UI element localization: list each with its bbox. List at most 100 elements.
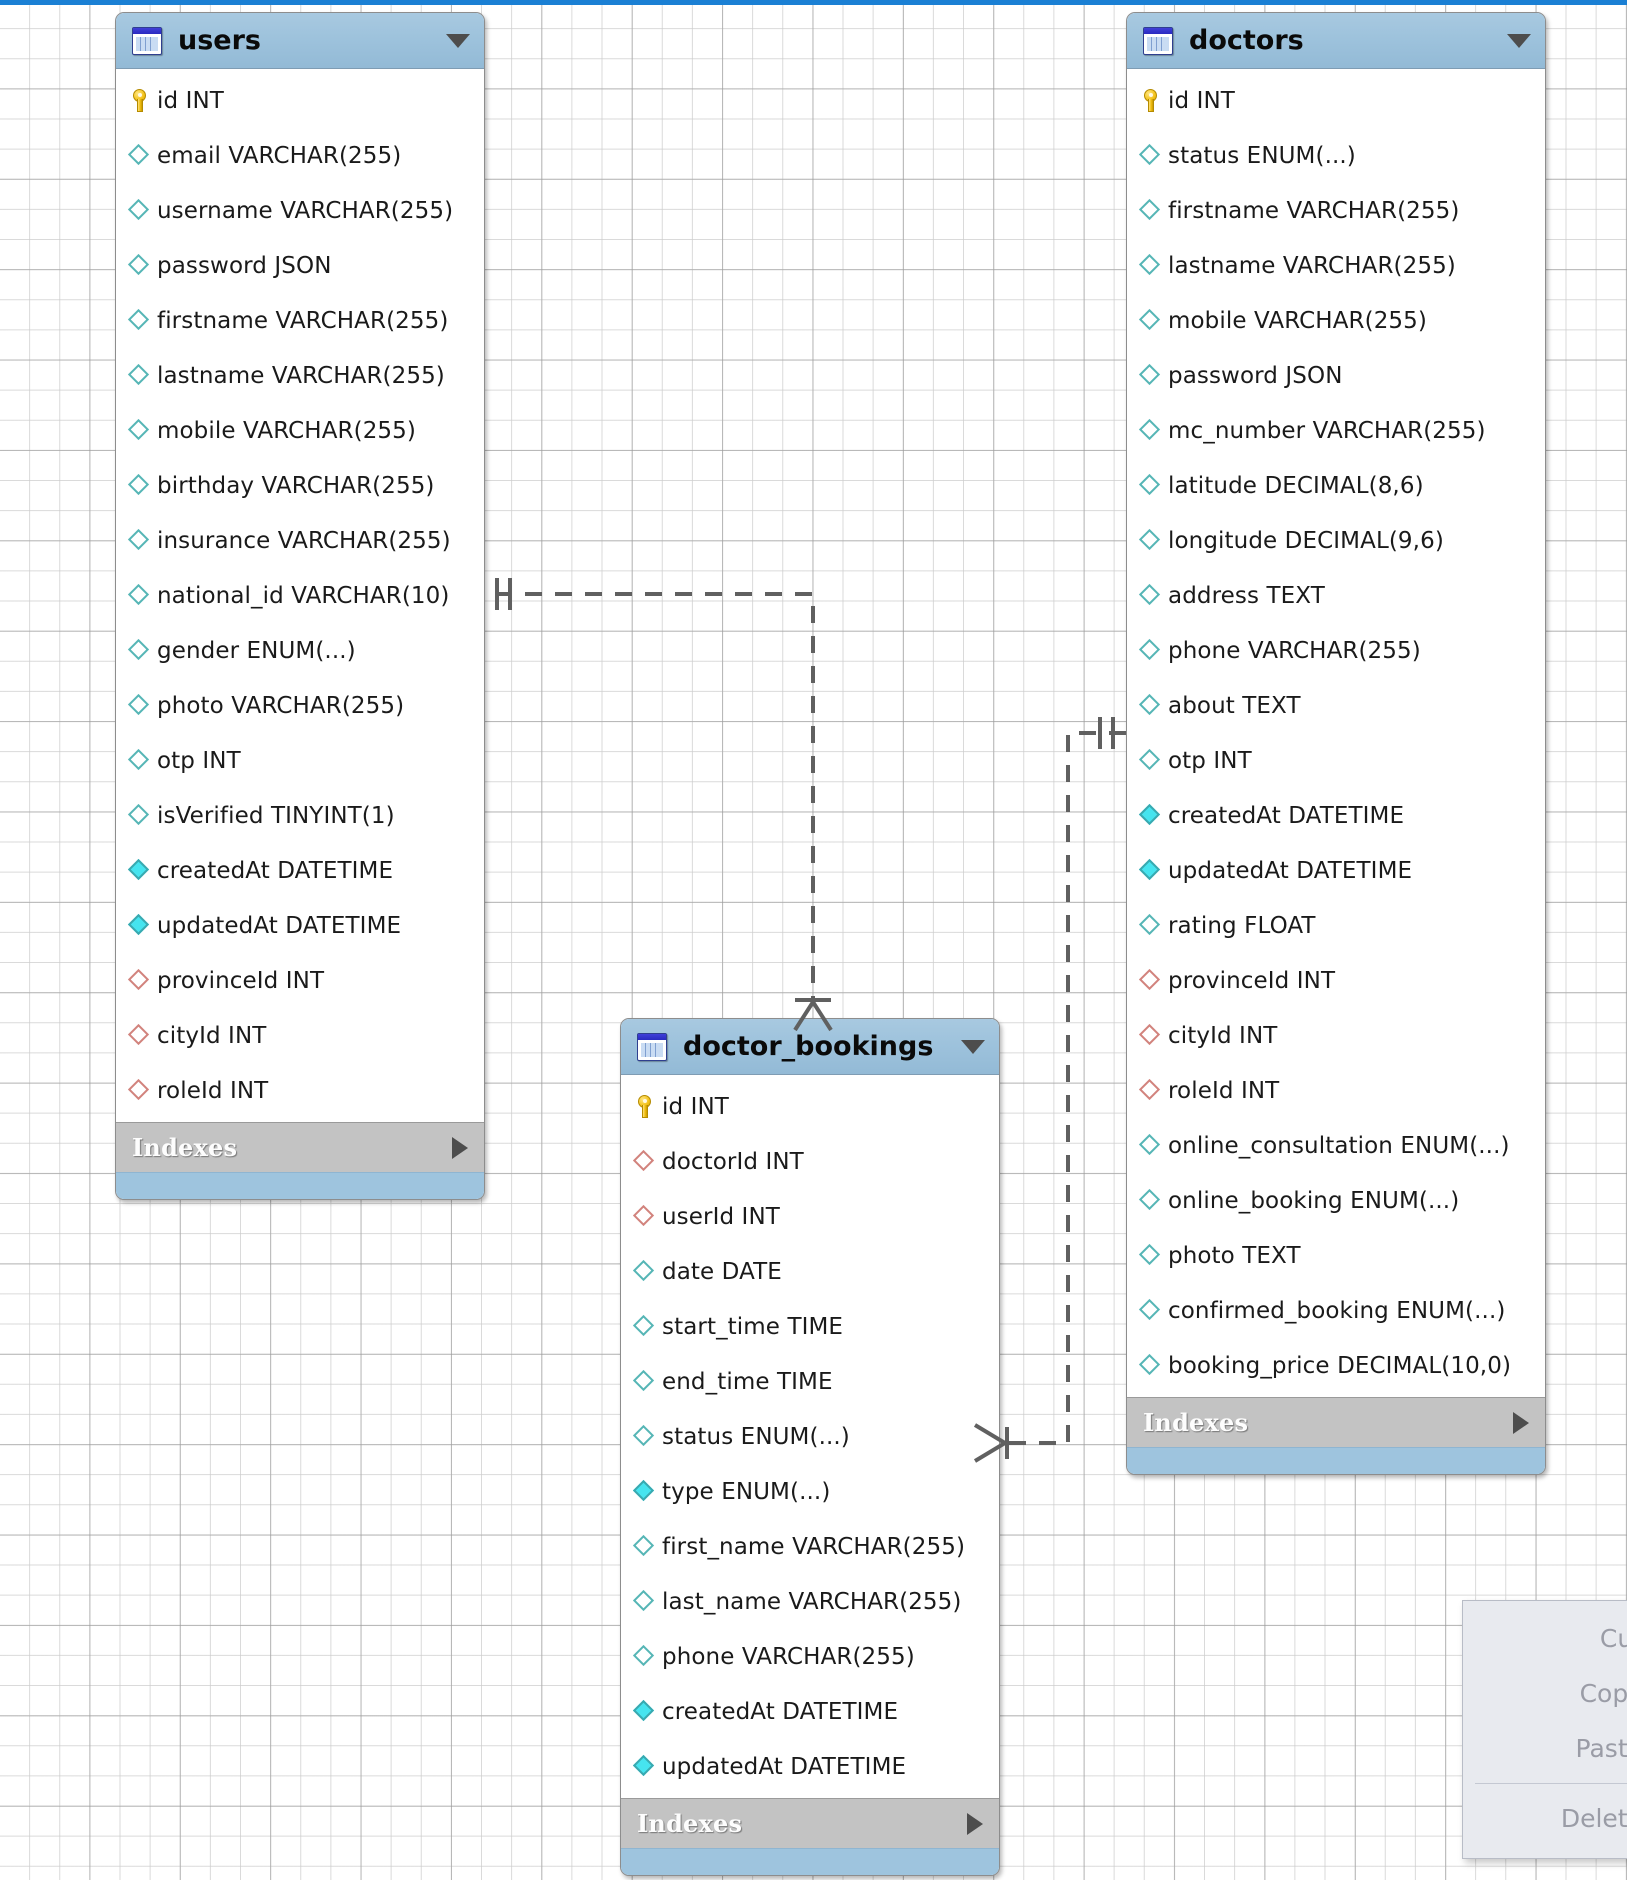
column-row[interactable]: email VARCHAR(255) — [116, 128, 484, 183]
column-row[interactable]: latitude DECIMAL(8,6) — [1127, 458, 1545, 513]
column-row[interactable]: birthday VARCHAR(255) — [116, 458, 484, 513]
column-row[interactable]: phone VARCHAR(255) — [621, 1629, 999, 1684]
primary-key-icon — [1140, 88, 1162, 114]
column-row[interactable]: about TEXT — [1127, 678, 1545, 733]
expand-right-icon[interactable] — [452, 1136, 468, 1159]
foreign-key-icon — [127, 1078, 151, 1102]
table-indexes-doctors[interactable]: Indexes — [1127, 1397, 1545, 1447]
table-title: users — [178, 25, 261, 56]
column-row[interactable]: type ENUM(...) — [621, 1464, 999, 1519]
column-row[interactable]: password JSON — [1127, 348, 1545, 403]
column-label: updatedAt DATETIME — [662, 1753, 907, 1780]
column-row[interactable]: otp INT — [1127, 733, 1545, 788]
column-row[interactable]: start_time TIME — [621, 1299, 999, 1354]
column-row[interactable]: password JSON — [116, 238, 484, 293]
column-row[interactable]: mc_number VARCHAR(255) — [1127, 403, 1545, 458]
table-header-users[interactable]: users — [116, 13, 484, 69]
context-menu-item-copy[interactable]: Copy — [1463, 1666, 1627, 1721]
column-row[interactable]: phone VARCHAR(255) — [1127, 623, 1545, 678]
column-row[interactable]: provinceId INT — [1127, 953, 1545, 1008]
column-row[interactable]: mobile VARCHAR(255) — [116, 403, 484, 458]
column-row[interactable]: updatedAt DATETIME — [621, 1739, 999, 1794]
column-label: password JSON — [157, 252, 332, 279]
column-row[interactable]: createdAt DATETIME — [1127, 788, 1545, 843]
column-row[interactable]: national_id VARCHAR(10) — [116, 568, 484, 623]
column-row[interactable]: username VARCHAR(255) — [116, 183, 484, 238]
column-row[interactable]: online_consultation ENUM(...) — [1127, 1118, 1545, 1173]
column-row[interactable]: photo TEXT — [1127, 1228, 1545, 1283]
context-menu[interactable]: Cut Copy Paste Delete — [1462, 1600, 1627, 1859]
column-row[interactable]: updatedAt DATETIME — [1127, 843, 1545, 898]
foreign-key-icon — [127, 968, 151, 992]
table-title: doctor_bookings — [683, 1031, 934, 1062]
indexes-label: Indexes — [132, 1133, 238, 1162]
context-menu-item-cut[interactable]: Cut — [1463, 1611, 1627, 1666]
chevron-down-icon[interactable] — [1507, 33, 1531, 48]
column-notnull-icon — [632, 1699, 656, 1723]
column-row[interactable]: cityId INT — [1127, 1008, 1545, 1063]
column-row[interactable]: id INT — [621, 1079, 999, 1134]
context-menu-item-paste[interactable]: Paste — [1463, 1721, 1627, 1776]
column-nullable-icon — [1138, 1133, 1162, 1157]
column-row[interactable]: longitude DECIMAL(9,6) — [1127, 513, 1545, 568]
context-menu-separator — [1475, 1783, 1627, 1784]
table-figure-doctor_bookings[interactable]: doctor_bookings id INT doctorId INT userId… — [620, 1018, 1000, 1876]
column-row[interactable]: address TEXT — [1127, 568, 1545, 623]
column-row[interactable]: userId INT — [621, 1189, 999, 1244]
table-indexes-doctor_bookings[interactable]: Indexes — [621, 1798, 999, 1848]
column-row[interactable]: photo VARCHAR(255) — [116, 678, 484, 733]
column-label: about TEXT — [1168, 692, 1301, 719]
column-label: end_time TIME — [662, 1368, 833, 1395]
column-row[interactable]: isVerified TINYINT(1) — [116, 788, 484, 843]
column-row[interactable]: mobile VARCHAR(255) — [1127, 293, 1545, 348]
column-row[interactable]: rating FLOAT — [1127, 898, 1545, 953]
expand-right-icon[interactable] — [1513, 1411, 1529, 1434]
column-row[interactable]: end_time TIME — [621, 1354, 999, 1409]
context-menu-item-delete[interactable]: Delete — [1463, 1791, 1627, 1846]
column-row[interactable]: online_booking ENUM(...) — [1127, 1173, 1545, 1228]
column-notnull-icon — [1138, 858, 1162, 882]
column-label: start_time TIME — [662, 1313, 844, 1340]
table-header-doctor_bookings[interactable]: doctor_bookings — [621, 1019, 999, 1075]
column-row[interactable]: id INT — [116, 73, 484, 128]
table-figure-doctors[interactable]: doctors id INT status ENUM(...) firstname … — [1126, 12, 1546, 1475]
column-row[interactable]: id INT — [1127, 73, 1545, 128]
column-row[interactable]: status ENUM(...) — [621, 1409, 999, 1464]
foreign-key-icon — [632, 1149, 656, 1173]
column-row[interactable]: confirmed_booking ENUM(...) — [1127, 1283, 1545, 1338]
column-row[interactable]: cityId INT — [116, 1008, 484, 1063]
column-row[interactable]: date DATE — [621, 1244, 999, 1299]
table-indexes-users[interactable]: Indexes — [116, 1122, 484, 1172]
column-row[interactable]: doctorId INT — [621, 1134, 999, 1189]
column-nullable-icon — [1138, 253, 1162, 277]
table-header-doctors[interactable]: doctors — [1127, 13, 1545, 69]
column-label: updatedAt DATETIME — [157, 912, 402, 939]
expand-right-icon[interactable] — [967, 1812, 983, 1835]
column-row[interactable]: roleId INT — [116, 1063, 484, 1118]
column-row[interactable]: createdAt DATETIME — [116, 843, 484, 898]
window-accent-bar — [0, 0, 1627, 5]
column-row[interactable]: insurance VARCHAR(255) — [116, 513, 484, 568]
column-row[interactable]: lastname VARCHAR(255) — [1127, 238, 1545, 293]
column-row[interactable]: firstname VARCHAR(255) — [1127, 183, 1545, 238]
chevron-down-icon[interactable] — [446, 33, 470, 48]
column-label: insurance VARCHAR(255) — [157, 527, 451, 554]
column-row[interactable]: lastname VARCHAR(255) — [116, 348, 484, 403]
column-row[interactable]: updatedAt DATETIME — [116, 898, 484, 953]
table-figure-users[interactable]: users id INT email VARCHAR(255) username V… — [115, 12, 485, 1200]
column-row[interactable]: createdAt DATETIME — [621, 1684, 999, 1739]
column-row[interactable]: provinceId INT — [116, 953, 484, 1008]
column-row[interactable]: roleId INT — [1127, 1063, 1545, 1118]
column-row[interactable]: firstname VARCHAR(255) — [116, 293, 484, 348]
column-label: type ENUM(...) — [662, 1478, 831, 1505]
column-label: gender ENUM(...) — [157, 637, 356, 664]
chevron-down-icon[interactable] — [961, 1039, 985, 1054]
column-label: createdAt DATETIME — [157, 857, 394, 884]
column-row[interactable]: first_name VARCHAR(255) — [621, 1519, 999, 1574]
column-row[interactable]: booking_price DECIMAL(10,0) — [1127, 1338, 1545, 1393]
column-row[interactable]: otp INT — [116, 733, 484, 788]
column-notnull-icon — [632, 1754, 656, 1778]
column-row[interactable]: status ENUM(...) — [1127, 128, 1545, 183]
column-row[interactable]: gender ENUM(...) — [116, 623, 484, 678]
column-row[interactable]: last_name VARCHAR(255) — [621, 1574, 999, 1629]
